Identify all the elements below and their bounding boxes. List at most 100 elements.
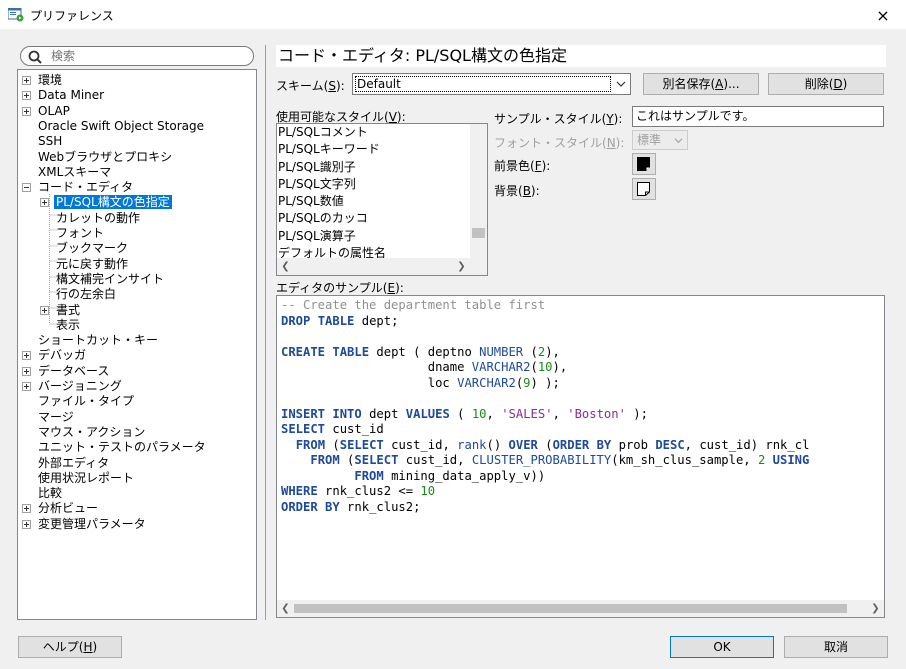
style-list-item[interactable]: PL/SQL文字列 — [277, 176, 487, 193]
tree-item-label: ブックマーク — [56, 241, 129, 256]
tree-item-label: デバッガ — [38, 348, 87, 363]
sample-style-field[interactable]: これはサンプルです。 — [632, 106, 884, 127]
search-icon — [28, 50, 42, 64]
tree-item[interactable]: 分析ビュー — [22, 500, 100, 516]
tree-item[interactable]: Oracle Swift Object Storage — [22, 118, 206, 134]
foreground-color-button[interactable] — [632, 153, 656, 175]
tree-item[interactable]: ユニット・テストのパラメータ — [22, 439, 208, 455]
style-list-item[interactable]: PL/SQLコメント — [277, 124, 487, 141]
chevron-down-icon — [616, 81, 626, 87]
editor-sample-label: エディタのサンプル(E): — [276, 281, 404, 295]
styles-horizontal-scrollbar[interactable]: ❮ ❯ — [277, 258, 487, 275]
tree-item[interactable]: 構文補完インサイト — [40, 271, 166, 287]
tree-item[interactable]: SSH — [22, 133, 64, 149]
tree-item-label: Data Miner — [38, 88, 105, 103]
scheme-label: スキーム(S): — [276, 79, 345, 93]
expand-icon[interactable] — [22, 519, 31, 529]
pane-divider[interactable] — [265, 45, 266, 620]
tree-item[interactable]: OLAP — [22, 103, 72, 119]
page-title: コード・エディタ: PL/SQL構文の色指定 — [276, 45, 886, 67]
tree-item[interactable]: バージョニング — [22, 378, 124, 394]
tree-item-label: マージ — [38, 409, 74, 424]
styles-vertical-scrollbar[interactable] — [470, 124, 487, 260]
style-list-item[interactable]: PL/SQL識別子 — [277, 159, 487, 176]
tree-item[interactable]: マウス・アクション — [22, 424, 147, 440]
tree-item-label: データベース — [38, 363, 110, 378]
tree-item-label: ユニット・テストのパラメータ — [38, 440, 206, 455]
expand-icon[interactable] — [22, 91, 31, 101]
collapse-icon[interactable] — [22, 183, 31, 193]
tree-item[interactable]: 変更管理パラメータ — [22, 516, 148, 532]
delete-button[interactable]: 削除(D) — [768, 73, 884, 95]
font-style-select[interactable]: 標準 — [632, 130, 688, 150]
tree-item-label: バージョニング — [38, 379, 122, 393]
tree-item-label: PL/SQL構文の色指定 — [54, 195, 172, 210]
expand-icon[interactable] — [22, 366, 31, 376]
save-as-button[interactable]: 別名保存(A)... — [643, 73, 759, 95]
style-list-item[interactable]: PL/SQLキーワード — [277, 141, 487, 158]
tree-item[interactable]: カレットの動作 — [40, 210, 142, 226]
tree-item[interactable]: 外部エディタ — [22, 455, 111, 471]
expand-icon[interactable] — [40, 305, 49, 315]
code-line-6: SELECT cust_id — [281, 422, 384, 436]
expand-icon[interactable] — [40, 198, 49, 208]
tree-item[interactable]: 環境 — [22, 72, 64, 88]
editor-horizontal-scrollbar[interactable]: ❮ ❯ — [277, 600, 884, 617]
ok-button[interactable]: OK — [670, 636, 774, 658]
tree-item[interactable]: 書式 — [40, 302, 82, 318]
style-list-items: PL/SQLコメント PL/SQLキーワード PL/SQL識別子 PL/SQL文字列 P… — [277, 124, 487, 262]
tree-item[interactable]: 使用状況レポート — [22, 470, 136, 486]
foreground-color-label: 前景色(F): — [494, 159, 551, 173]
close-icon[interactable]: × — [860, 0, 906, 30]
background-color-label: 背景(B): — [494, 184, 540, 198]
expand-icon[interactable] — [22, 351, 31, 361]
window-title: プリファレンス — [30, 9, 114, 23]
scrollbar-thumb[interactable] — [472, 228, 485, 238]
tree-item-label: マウス・アクション — [38, 424, 146, 439]
tree-item[interactable]: ブックマーク — [40, 240, 130, 256]
tree-item[interactable]: XMLスキーマ — [22, 164, 113, 180]
editor-sample-area[interactable]: -- Create the department table first DRO… — [276, 295, 885, 618]
preferences-tree[interactable]: 環境 Data Miner OLAP Oracle Swift Object Stor… — [17, 69, 257, 620]
tree-item[interactable]: Data Miner — [22, 87, 106, 103]
search-input[interactable] — [51, 48, 247, 64]
scroll-left-icon[interactable]: ❮ — [277, 600, 294, 617]
tree-item[interactable]: ファイル・タイプ — [22, 393, 136, 409]
tree-item[interactable]: PL/SQL構文の色指定 — [40, 194, 172, 210]
expand-icon[interactable] — [22, 106, 31, 116]
tree-item-label: フォント — [56, 226, 105, 240]
font-style-label: フォント・スタイル(N): — [494, 136, 625, 150]
expand-icon[interactable] — [22, 382, 31, 391]
help-button[interactable]: ヘルプ(H) — [18, 636, 122, 658]
search-box[interactable] — [20, 46, 254, 66]
scheme-select-value: Default — [355, 76, 611, 92]
tree-item[interactable]: 行の左余白 — [40, 286, 118, 302]
code-sample: -- Create the department table first DRO… — [281, 298, 809, 515]
available-styles-list[interactable]: PL/SQLコメント PL/SQLキーワード PL/SQL識別子 PL/SQL文字列 P… — [276, 123, 488, 276]
tree-item[interactable]: ショートカット・キー — [22, 332, 160, 348]
code-line-10: WHERE rnk_clus2 <= 10 — [281, 484, 436, 498]
scheme-select[interactable]: Default — [352, 73, 631, 95]
tree-item[interactable]: フォント — [40, 225, 106, 241]
expand-icon[interactable] — [22, 504, 31, 514]
expand-icon[interactable] — [22, 76, 31, 85]
tree-item[interactable]: データベース — [22, 363, 111, 379]
tree-item[interactable]: デバッガ — [22, 347, 88, 363]
style-list-item[interactable]: PL/SQLのカッコ — [277, 210, 487, 227]
scroll-right-icon[interactable]: ❯ — [453, 258, 470, 275]
tree-item[interactable]: 元に戻す動作 — [40, 256, 130, 272]
title-bar: プリファレンス × — [0, 0, 906, 30]
cancel-button[interactable]: 取消 — [784, 636, 888, 658]
tree-item[interactable]: マージ — [22, 409, 76, 425]
tree-item[interactable]: Webブラウザとプロキシ — [22, 149, 174, 165]
background-color-button[interactable] — [632, 178, 656, 200]
tree-item[interactable]: 比較 — [22, 485, 64, 501]
scroll-left-icon[interactable]: ❮ — [277, 258, 294, 275]
tree-item[interactable]: 表示 — [40, 317, 82, 333]
style-list-item[interactable]: PL/SQL演算子 — [277, 228, 487, 245]
scrollbar-thumb[interactable] — [294, 604, 847, 613]
scroll-right-icon[interactable]: ❯ — [867, 600, 884, 617]
tree-item[interactable]: コード・エディタ — [22, 179, 135, 195]
tree-item-label: 表示 — [56, 317, 81, 332]
style-list-item[interactable]: PL/SQL数値 — [277, 193, 487, 210]
